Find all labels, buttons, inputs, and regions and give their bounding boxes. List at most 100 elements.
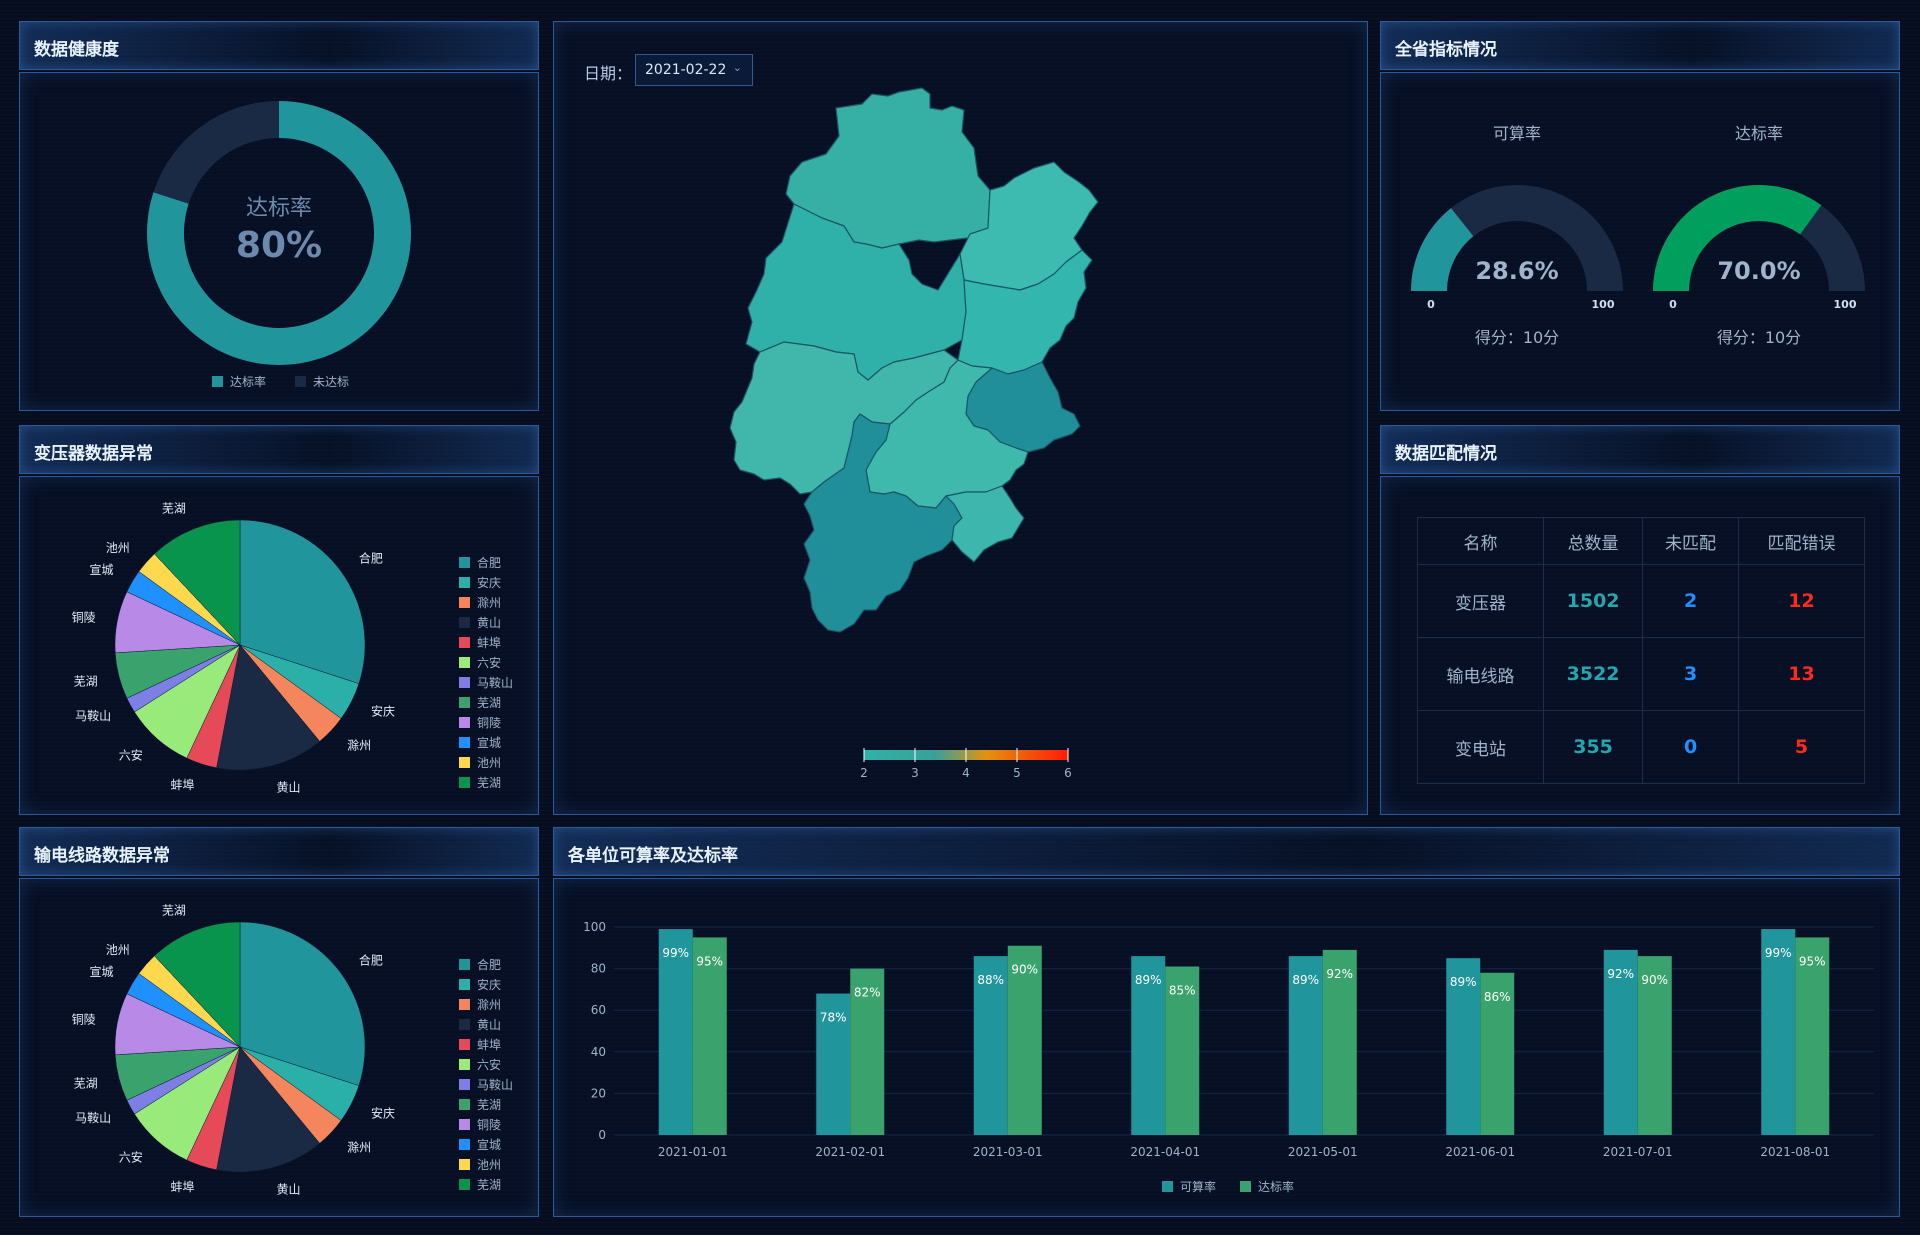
legend-swatch	[459, 777, 470, 788]
legend-label: 黄山	[477, 616, 501, 630]
legend-label: 滁州	[477, 595, 501, 610]
legend-label: 宣城	[477, 735, 501, 750]
table-cell: 1502	[1542, 564, 1644, 638]
bar-data-label: 99%	[662, 946, 689, 960]
legend-swatch	[459, 677, 470, 688]
bar-data-label: 90%	[1011, 963, 1038, 977]
panel-header: 变压器数据异常	[19, 425, 539, 474]
x-tick-label: 2021-01-01	[658, 1145, 728, 1159]
legend-label: 安庆	[477, 977, 501, 992]
column-header: 匹配错误	[1737, 517, 1866, 565]
x-tick-label: 2021-05-01	[1288, 1145, 1358, 1159]
legend-label: 芜湖	[477, 1177, 501, 1192]
pie-label: 合肥	[359, 551, 383, 566]
gauge-max: 100	[1592, 298, 1615, 311]
pie-label: 马鞍山	[75, 708, 111, 723]
x-tick-label: 2021-08-01	[1760, 1145, 1830, 1159]
panel-title: 输电线路数据异常	[34, 846, 170, 866]
legend-swatch	[459, 1059, 470, 1070]
pie-label: 黄山	[277, 1182, 301, 1196]
scale-tick: 4	[962, 766, 970, 780]
panel-body: 合肥 安庆 滁州 黄山 蚌埠 六安 马鞍山 芜湖 铜陵 宣城 池州 芜湖 合肥 安庆 滁州 黄山 蚌埠 六安 马鞍山…	[19, 878, 539, 1217]
pie-label: 六安	[119, 1149, 143, 1164]
legend-swatch	[459, 717, 470, 728]
legend-label: 达标率	[230, 374, 266, 389]
y-tick-label: 20	[591, 1086, 606, 1100]
legend-swatch	[212, 376, 223, 387]
match-table: 名称 总数量 未匹配 匹配错误 变压器 1502 2 12 输电线路 3522 …	[1417, 517, 1866, 784]
gauge-score: 得分：10分	[1717, 328, 1801, 347]
table-cell: 2	[1642, 564, 1739, 638]
legend-label: 芜湖	[477, 775, 501, 790]
table-cell: 0	[1642, 710, 1739, 784]
pie-label: 芜湖	[74, 674, 98, 689]
y-tick-label: 0	[598, 1128, 606, 1142]
legend-label: 可算率	[1180, 1179, 1216, 1194]
panel-title: 数据健康度	[34, 40, 119, 60]
bar-data-label: 95%	[1799, 954, 1826, 968]
gauge-value: 28.6%	[1475, 257, 1558, 285]
legend-swatch	[459, 697, 470, 708]
legend-swatch	[459, 617, 470, 628]
panel-header: 数据匹配情况	[1380, 425, 1900, 474]
donut-center-value: 80%	[236, 225, 322, 266]
legend-label: 安庆	[477, 575, 501, 590]
legend-label: 合肥	[477, 957, 501, 972]
pie-label: 芜湖	[74, 1076, 98, 1091]
legend-swatch	[295, 376, 306, 387]
scale-tick: 6	[1064, 766, 1072, 780]
bar-data-label: 95%	[696, 954, 723, 968]
transformer-pie-chart: 合肥安庆滁州黄山蚌埠六安马鞍山芜湖铜陵宣城池州芜湖合肥安庆滁州黄山蚌埠六安马鞍山…	[72, 500, 513, 794]
legend-swatch	[459, 1139, 470, 1150]
y-tick-label: 60	[591, 1003, 606, 1017]
health-panel: 数据健康度 达标率 80% 达标率 未达标	[19, 21, 539, 411]
table-row: 输电线路 3522 3 13	[1417, 637, 1866, 711]
legend-label: 六安	[477, 655, 501, 670]
scale-tick: 2	[860, 766, 868, 780]
panel-body: 0 20 40 60 80 100 99% 95% 2021-01-01 78% 82% 2021-0…	[553, 878, 1900, 1217]
panel-header: 数据健康度	[19, 21, 539, 70]
legend-swatch	[459, 1119, 470, 1130]
legend-label: 达标率	[1258, 1179, 1294, 1194]
bar-data-label: 82%	[854, 986, 881, 1000]
gauge-min: 0	[1427, 298, 1435, 311]
pie-label: 滁州	[347, 738, 371, 753]
gauge-value: 70.0%	[1717, 257, 1800, 285]
legend-label: 黄山	[477, 1018, 501, 1032]
legend-swatch	[459, 1079, 470, 1090]
map-region[interactable]	[945, 485, 1025, 563]
legend-label: 蚌埠	[477, 1038, 501, 1052]
bar-chart: 0 20 40 60 80 100 99% 95% 2021-01-01 78% 82% 2021-0…	[583, 920, 1874, 1194]
table-cell: 变电站	[1417, 710, 1544, 784]
gauge-title: 可算率	[1493, 124, 1541, 143]
bar-data-label: 92%	[1326, 967, 1353, 981]
table-cell: 13	[1737, 637, 1866, 711]
bar-data-label: 88%	[977, 973, 1004, 987]
legend-swatch	[459, 757, 470, 768]
pie-label: 宣城	[89, 964, 113, 979]
legend-swatch	[459, 1019, 470, 1030]
y-tick-label: 100	[583, 920, 606, 934]
panel-body: 达标率 80% 达标率 未达标	[19, 72, 539, 411]
gauge-title: 达标率	[1735, 124, 1783, 143]
donut-center-label: 达标率	[246, 196, 312, 221]
gauge-min: 0	[1669, 298, 1677, 311]
legend-swatch	[459, 1099, 470, 1110]
panel-header: 全省指标情况	[1380, 21, 1900, 70]
pie-label: 铜陵	[72, 609, 96, 624]
bar-data-label: 89%	[1292, 973, 1319, 987]
legend-swatch	[459, 959, 470, 970]
transformer-panel: 变压器数据异常 合肥 安庆 滁州 黄山 蚌埠 六安 马鞍山 芜湖 铜陵 宣城 池州 芜湖 合肥 安庆 滁州黄…	[19, 425, 539, 815]
pie-label: 安庆	[371, 704, 395, 719]
pie-label: 芜湖	[162, 902, 186, 917]
legend-swatch	[1162, 1181, 1173, 1192]
legend-swatch	[459, 657, 470, 668]
legend-swatch	[459, 597, 470, 608]
pie-label: 铜陵	[72, 1011, 96, 1026]
legend-label: 铜陵	[477, 715, 501, 730]
legend-label: 马鞍山	[477, 675, 513, 690]
x-tick-label: 2021-06-01	[1445, 1145, 1515, 1159]
legend-swatch	[459, 1159, 470, 1170]
x-tick-label: 2021-07-01	[1603, 1145, 1673, 1159]
bar-data-label: 89%	[1450, 975, 1477, 989]
